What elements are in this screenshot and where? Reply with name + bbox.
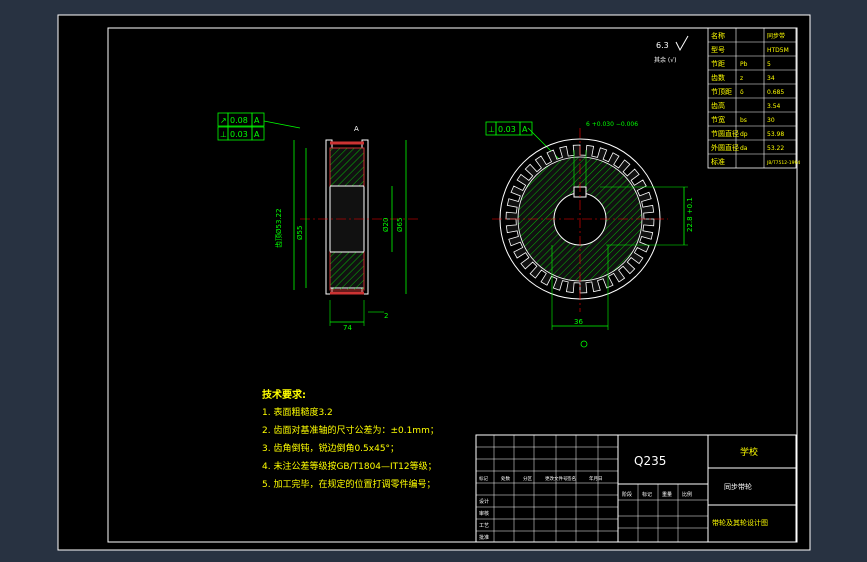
tolerance-cell-text: 0.03 xyxy=(230,130,248,139)
param-value-cell: 34 xyxy=(767,75,775,82)
param-name-cell: 节圆直径 xyxy=(711,129,739,138)
tech-item: 1. 表面粗糙度3.2 xyxy=(262,406,333,418)
param-value-cell: 53.22 xyxy=(767,145,784,152)
tolerance-cell-text: 0.03 xyxy=(498,125,516,134)
tolerance-cell-text: ⊥ xyxy=(488,125,495,134)
keyway-depth-label: 22.8 +0.1 xyxy=(686,197,694,232)
param-symbol-cell: δ xyxy=(740,89,744,96)
tb-stage-label: 比例 xyxy=(682,491,692,498)
tb-role-label: 审核 xyxy=(479,510,489,517)
tb-stage-label: 标记 xyxy=(642,491,652,498)
tb-small-label: 标记 xyxy=(479,475,488,482)
material-label: Q235 xyxy=(634,454,666,468)
param-name-cell: 标准 xyxy=(711,157,725,166)
param-value-cell: 53.98 xyxy=(767,131,784,138)
dim-width-label: 74 xyxy=(343,324,352,332)
rim-section-bottom xyxy=(329,251,365,291)
rim-section-top xyxy=(329,147,365,187)
tolerance-cell-text: 0.08 xyxy=(230,116,248,125)
tech-item: 2. 齿面对基准轴的尺寸公差为：±0.1mm； xyxy=(262,424,439,436)
dim-bore-label: Ø20 xyxy=(382,218,390,232)
param-name-cell: 型号 xyxy=(711,45,725,54)
bore-dim-label: 36 xyxy=(574,318,583,326)
tech-title: 技术要求: xyxy=(262,388,306,401)
drawing-name-label: 带轮及其轮设计图 xyxy=(712,518,768,527)
param-name-cell: 节宽 xyxy=(711,115,725,124)
param-symbol-cell: dp xyxy=(740,131,748,138)
dim-left-outer-label: 齿顶Ø53.22 xyxy=(275,208,283,248)
param-name-cell: 名称 xyxy=(711,31,725,40)
param-value-cell: 3.54 xyxy=(767,103,781,110)
tolerance-cell-text: ⊥ xyxy=(220,130,227,139)
tb-small-label: 处数 xyxy=(501,475,510,482)
datum-label: A xyxy=(354,125,359,133)
tolerance-cell-text: A xyxy=(254,116,260,125)
param-name-cell: 节距 xyxy=(711,60,725,68)
tech-item: 5. 加工完毕，在规定的位置打调零件编号； xyxy=(262,478,435,490)
dim-right-outer-label: Ø65 xyxy=(396,218,404,232)
param-value-cell: 同步带 xyxy=(767,32,785,40)
param-name-cell: 节顶距 xyxy=(711,88,732,96)
param-symbol-cell: bs xyxy=(740,117,747,124)
param-value-cell: 5 xyxy=(767,61,771,68)
tb-role-label: 工艺 xyxy=(479,523,489,529)
dim-flange-label: 2 xyxy=(384,312,388,320)
part-name-label: 同步带轮 xyxy=(724,482,752,491)
dim-left-inner-label: Ø55 xyxy=(296,226,304,240)
tb-small-label: 年月日 xyxy=(589,475,603,482)
tech-item: 3. 齿角倒钝，锐边倒角0.5x45°； xyxy=(262,442,399,454)
tb-small-label: 更改文件号 xyxy=(545,475,568,482)
tech-item: 4. 未注公差等级按GB/T1804—IT12等级； xyxy=(262,460,437,472)
tb-small-label: 分区 xyxy=(523,475,532,482)
school-label: 学校 xyxy=(740,446,758,458)
roughness-value: 6.3 xyxy=(656,41,669,50)
tolerance-cell-text: ↗ xyxy=(220,116,227,125)
tolerance-cell-text: A xyxy=(254,130,260,139)
tb-role-label: 批准 xyxy=(479,534,489,541)
param-name-cell: 齿数 xyxy=(711,73,725,82)
param-name-cell: 齿高 xyxy=(711,101,725,110)
param-symbol-cell: z xyxy=(740,75,743,82)
tb-stage-label: 重量 xyxy=(662,491,672,498)
param-symbol-cell: Pb xyxy=(740,61,748,68)
tolerance-cell-text: A xyxy=(522,125,528,134)
param-symbol-cell: da xyxy=(740,145,748,152)
tb-role-label: 设计 xyxy=(479,498,489,505)
param-value-cell: 0.685 xyxy=(767,89,784,96)
keyway-width-label: 6 +0.030 −0.006 xyxy=(586,121,638,128)
param-name-cell: 外圆直径 xyxy=(711,143,739,152)
cad-drawing-canvas: 6.3 其余 (√) 名称 同步带型号 HTD5M 节距 Pb 5 齿数 z 34 节顶距 δ 0.6… xyxy=(0,0,867,562)
param-value-cell: 30 xyxy=(767,117,775,124)
param-value-cell: JB/T7512-1994 xyxy=(766,160,800,166)
tb-small-label: 签名 xyxy=(567,475,576,482)
tb-stage-label: 阶段 xyxy=(622,491,632,498)
param-value-cell: HTD5M xyxy=(767,47,789,54)
roughness-note: 其余 (√) xyxy=(654,56,676,64)
